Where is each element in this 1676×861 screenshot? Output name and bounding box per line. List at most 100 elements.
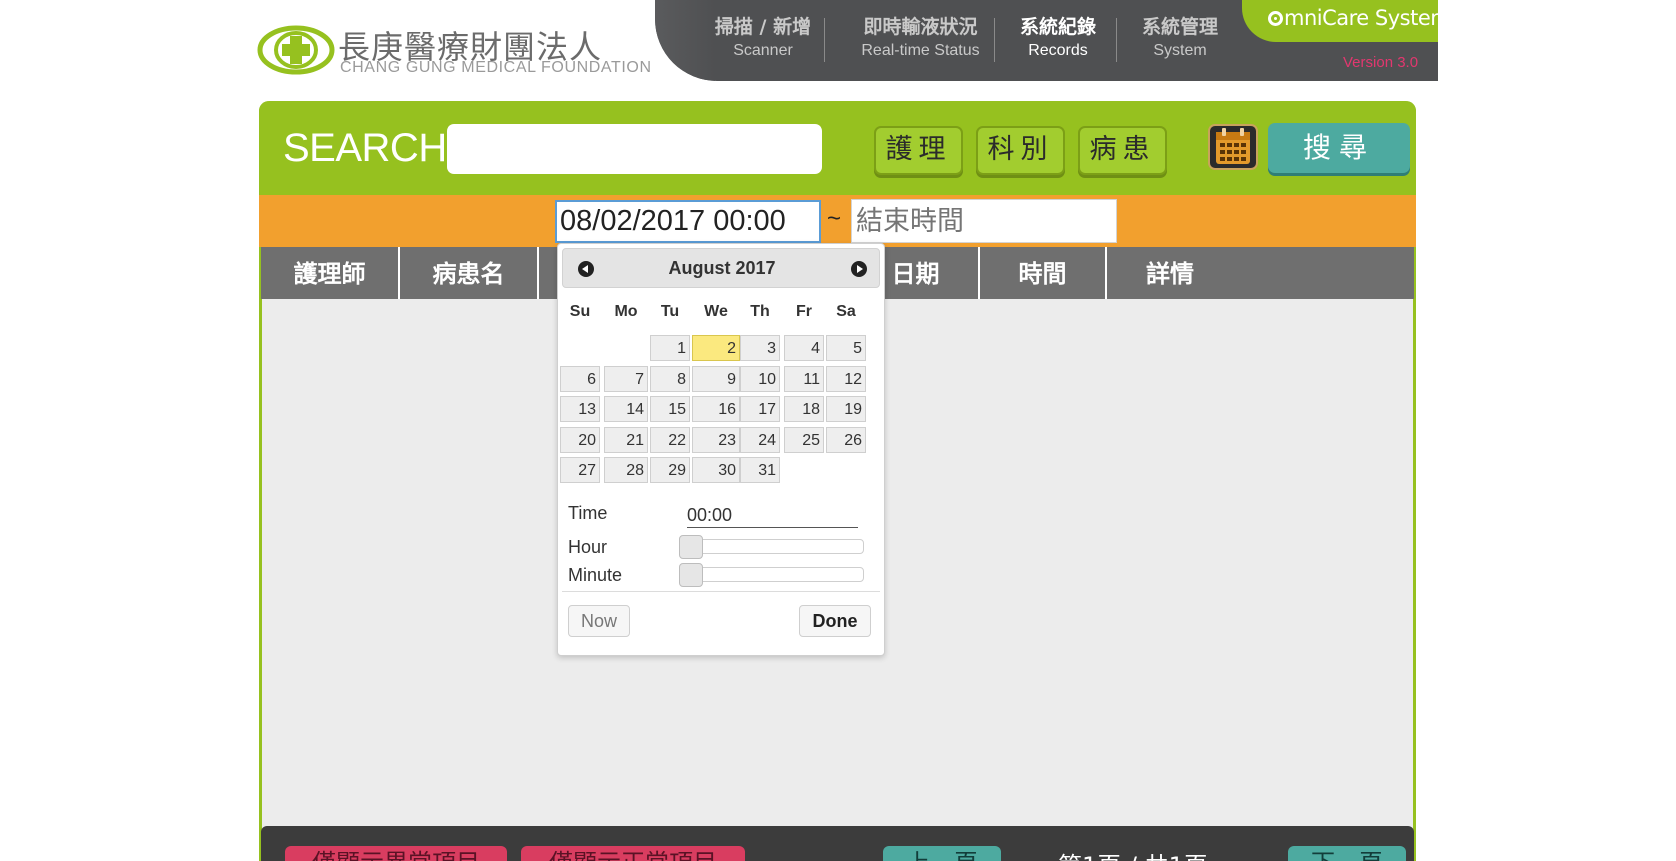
brand-name: mniCare System <box>1268 6 1451 30</box>
weekday-label: We <box>704 303 728 320</box>
prev-page-button[interactable]: 上一頁 <box>883 846 1001 861</box>
datetime-picker: August 2017 Su Mo Tu We Th Fr Sa 1 2 3 4 5 6 7 8 9 10 11… <box>557 243 885 656</box>
end-datetime-input[interactable] <box>851 199 1117 243</box>
calendar-day[interactable]: 9 <box>692 365 740 392</box>
calendar-day[interactable]: 27 <box>560 457 600 483</box>
weekday-label: Su <box>569 303 591 320</box>
calendar-day[interactable]: 3 <box>740 335 780 361</box>
datepicker-divider <box>562 591 880 592</box>
calendar-day[interactable]: 29 <box>650 457 690 483</box>
calendar-day[interactable]: 20 <box>560 426 600 453</box>
calendar-day[interactable]: 6 <box>560 365 600 392</box>
time-input[interactable] <box>687 503 858 528</box>
weekday-label: Mo <box>614 303 638 320</box>
start-datetime-input[interactable] <box>555 200 821 243</box>
omnicare-o-icon <box>1268 11 1283 26</box>
nav-scanner-label-en: Scanner <box>733 42 793 59</box>
calendar-day[interactable]: 12 <box>826 365 866 392</box>
search-label: SEARCH <box>283 126 447 170</box>
column-header-details[interactable]: 詳情 <box>1107 247 1233 299</box>
search-bar: SEARCH 護理 科別 病患 搜尋 <box>259 101 1416 195</box>
nav-divider <box>994 18 995 62</box>
hour-slider-handle[interactable] <box>679 535 703 559</box>
calendar-day[interactable]: 5 <box>826 335 866 361</box>
calendar-day[interactable]: 15 <box>650 396 690 422</box>
column-header-time[interactable]: 時間 <box>980 247 1107 299</box>
nav-realtime-status[interactable]: 即時輸液狀況 Real-time Status <box>833 14 1008 62</box>
nav-divider <box>1116 18 1117 62</box>
calendar-day[interactable]: 13 <box>560 396 600 422</box>
weekday-label: Fr <box>796 303 812 320</box>
minute-slider[interactable] <box>679 563 864 587</box>
page-info: 第1頁 / 共1頁 <box>1058 846 1208 861</box>
calendar-day[interactable]: 21 <box>604 426 648 453</box>
show-abnormal-button[interactable]: 僅顯示異常項目 <box>285 846 507 861</box>
calendar-day[interactable]: 14 <box>604 396 648 422</box>
column-header-patient-name[interactable]: 病患名 <box>400 247 539 299</box>
minute-label: Minute <box>568 565 623 585</box>
prev-month-icon[interactable] <box>578 261 594 277</box>
weekday-label: Sa <box>836 303 856 320</box>
calendar-day[interactable]: 11 <box>784 365 824 392</box>
calendar-day[interactable]: 28 <box>604 457 648 483</box>
minute-slider-handle[interactable] <box>679 563 703 587</box>
weekday-label: Tu <box>660 303 680 320</box>
calendar-day[interactable]: 31 <box>740 457 780 483</box>
done-button[interactable]: Done <box>799 605 871 637</box>
calendar-icon <box>1216 128 1250 164</box>
calendar-day[interactable]: 23 <box>692 426 740 453</box>
filter-department-button[interactable]: 科別 <box>976 126 1065 175</box>
calendar-day[interactable]: 1 <box>650 335 690 361</box>
nav-divider <box>824 18 825 62</box>
hour-slider[interactable] <box>679 535 864 559</box>
brand-tab: mniCare System <box>1242 0 1451 42</box>
calendar-day[interactable]: 19 <box>826 396 866 422</box>
column-header-nurse[interactable]: 護理師 <box>261 247 400 299</box>
nav-records-label-zh: 系統紀錄 <box>1019 16 1096 38</box>
date-range-bar: ~ <box>259 195 1416 247</box>
calendar-day[interactable]: 2 <box>692 335 740 361</box>
show-normal-button[interactable]: 僅顯示正常項目 <box>521 846 745 861</box>
datepicker-header: August 2017 <box>562 248 880 288</box>
next-page-button[interactable]: 下一頁 <box>1288 846 1406 861</box>
calendar-day[interactable]: 8 <box>650 365 690 392</box>
filter-nurse-button[interactable]: 護理 <box>874 126 963 175</box>
calendar-day[interactable]: 25 <box>784 426 824 453</box>
nav-system[interactable]: 系統管理 System <box>1120 14 1240 62</box>
calendar-day[interactable]: 18 <box>784 396 824 422</box>
calendar-day[interactable]: 7 <box>604 365 648 392</box>
now-button[interactable]: Now <box>568 605 630 637</box>
version-label: Version 3.0 <box>1343 54 1419 71</box>
date-range-separator: ~ <box>827 205 842 232</box>
nav-system-label-zh: 系統管理 <box>1141 16 1218 38</box>
calendar-day[interactable]: 22 <box>650 426 690 453</box>
logo-name-en: CHANG GUNG MEDICAL FOUNDATION <box>340 59 652 76</box>
next-month-icon[interactable] <box>851 261 867 277</box>
calendar-day[interactable]: 10 <box>740 365 780 392</box>
nav-system-label-en: System <box>1153 42 1207 59</box>
chang-gung-logo-icon <box>257 25 335 75</box>
search-button[interactable]: 搜尋 <box>1268 123 1410 173</box>
brand-name-text: mniCare System <box>1284 6 1451 30</box>
pagination-bar: 僅顯示異常項目 僅顯示正常項目 上一頁 第1頁 / 共1頁 下一頁 <box>261 826 1414 861</box>
logo: 長庚醫療財團法人 CHANG GUNG MEDICAL FOUNDATION <box>256 22 651 82</box>
hour-label: Hour <box>568 537 608 557</box>
calendar-day[interactable]: 30 <box>692 457 740 483</box>
nav-records[interactable]: 系統紀錄 Records <box>998 14 1118 62</box>
calendar-button[interactable] <box>1208 124 1258 170</box>
nav-realtime-label-zh: 即時輸液狀況 <box>863 16 978 38</box>
weekday-label: Th <box>750 303 770 320</box>
calendar-day[interactable]: 16 <box>692 396 740 422</box>
nav-scanner-label-zh: 掃描 / 新增 <box>714 16 812 38</box>
filter-patient-button[interactable]: 病患 <box>1078 126 1167 175</box>
calendar-day[interactable]: 17 <box>740 396 780 422</box>
search-input[interactable] <box>447 124 822 174</box>
calendar-day[interactable]: 26 <box>826 426 866 453</box>
nav-scanner[interactable]: 掃描 / 新增 Scanner <box>693 14 833 62</box>
nav-records-label-en: Records <box>1028 42 1088 59</box>
calendar-day[interactable]: 24 <box>740 426 780 453</box>
calendar-day[interactable]: 4 <box>784 335 824 361</box>
datepicker-month-title: August 2017 <box>668 258 776 278</box>
nav-realtime-label-en: Real-time Status <box>861 42 980 59</box>
time-label: Time <box>568 503 608 523</box>
